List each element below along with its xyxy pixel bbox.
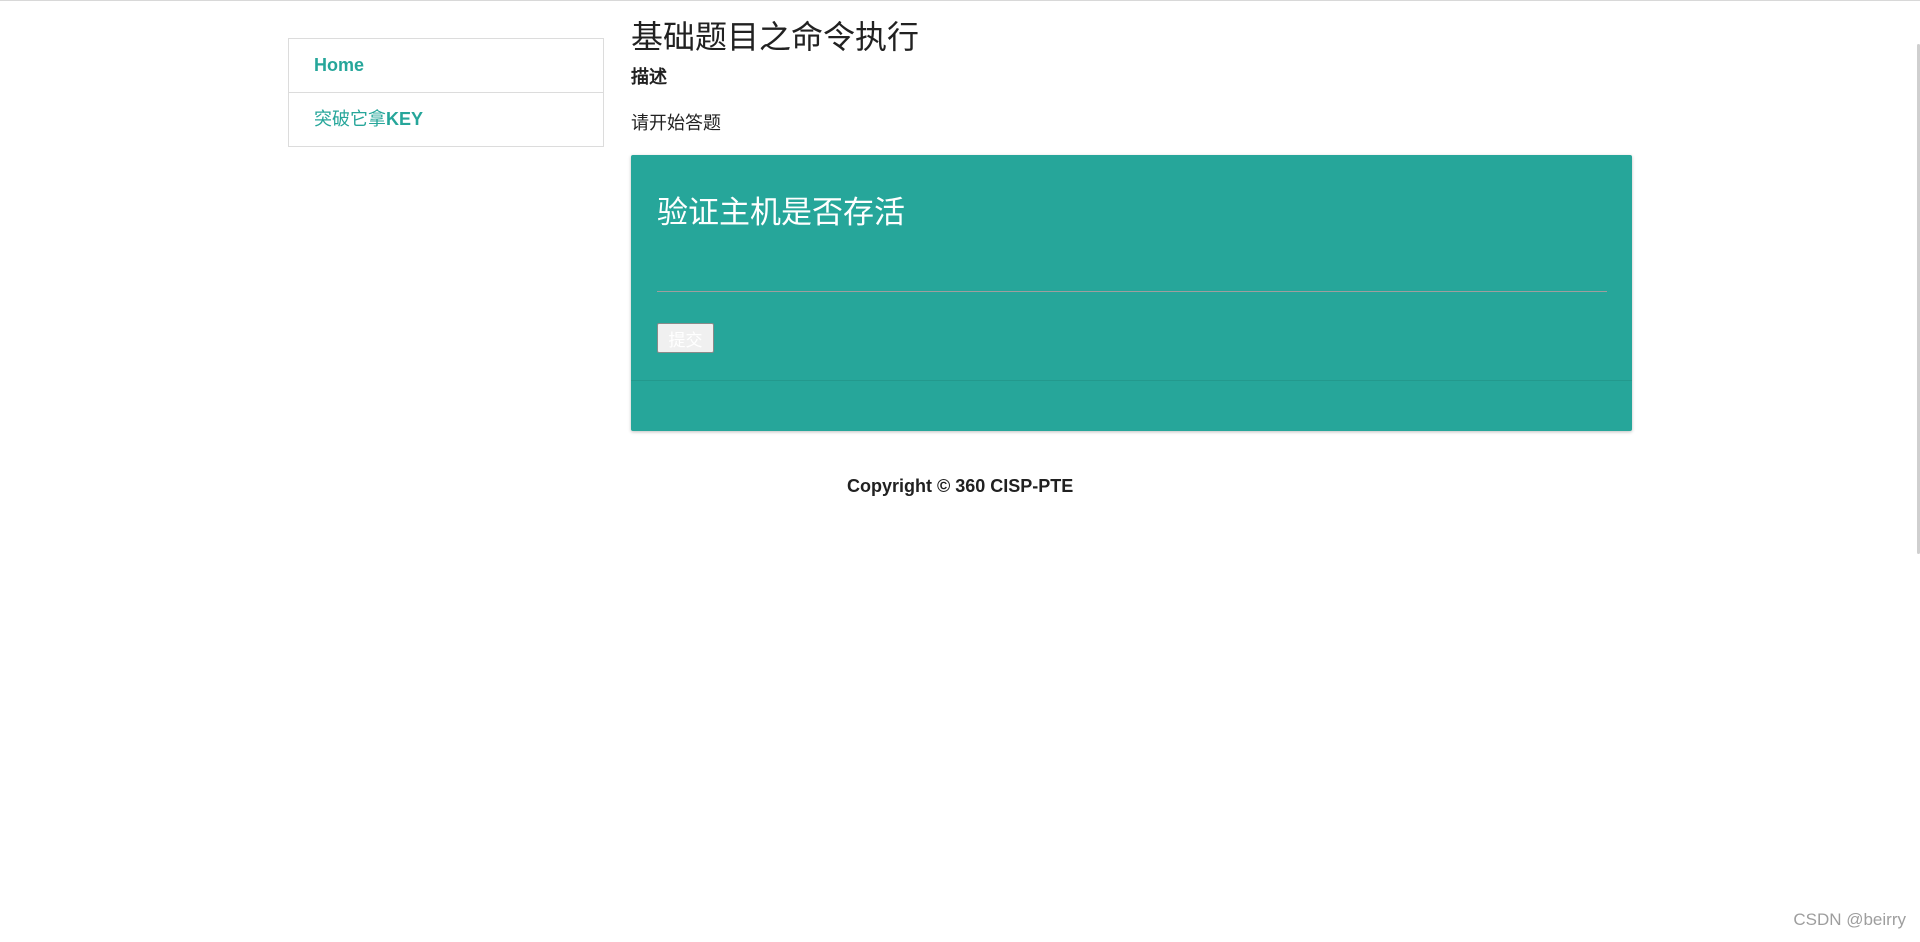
sidebar-item-label: 突破它拿 xyxy=(314,109,386,129)
card-divider xyxy=(631,380,1632,381)
footer-copyright: Copyright © 360 CISP-PTE xyxy=(847,476,1074,496)
card-title: 验证主机是否存活 xyxy=(657,195,905,230)
ping-form-card: 验证主机是否存活 提交 xyxy=(631,155,1632,431)
top-border xyxy=(0,0,1920,1)
scrollbar[interactable] xyxy=(1916,0,1920,560)
page-title: 基础题目之命令执行 xyxy=(631,19,920,55)
description-heading: 描述 xyxy=(631,67,667,87)
watermark: CSDN @beirry xyxy=(1793,910,1906,929)
sidebar: Home 突破它拿KEY xyxy=(288,38,604,147)
sidebar-item-label-key: KEY xyxy=(386,109,424,129)
sidebar-item-label: Home xyxy=(314,55,365,75)
host-input[interactable] xyxy=(657,251,1607,292)
description-text: 请开始答题 xyxy=(631,113,721,133)
submit-button[interactable]: 提交 xyxy=(657,323,714,353)
sidebar-item-home[interactable]: Home xyxy=(289,39,603,92)
sidebar-item-get-key[interactable]: 突破它拿KEY xyxy=(289,92,603,146)
